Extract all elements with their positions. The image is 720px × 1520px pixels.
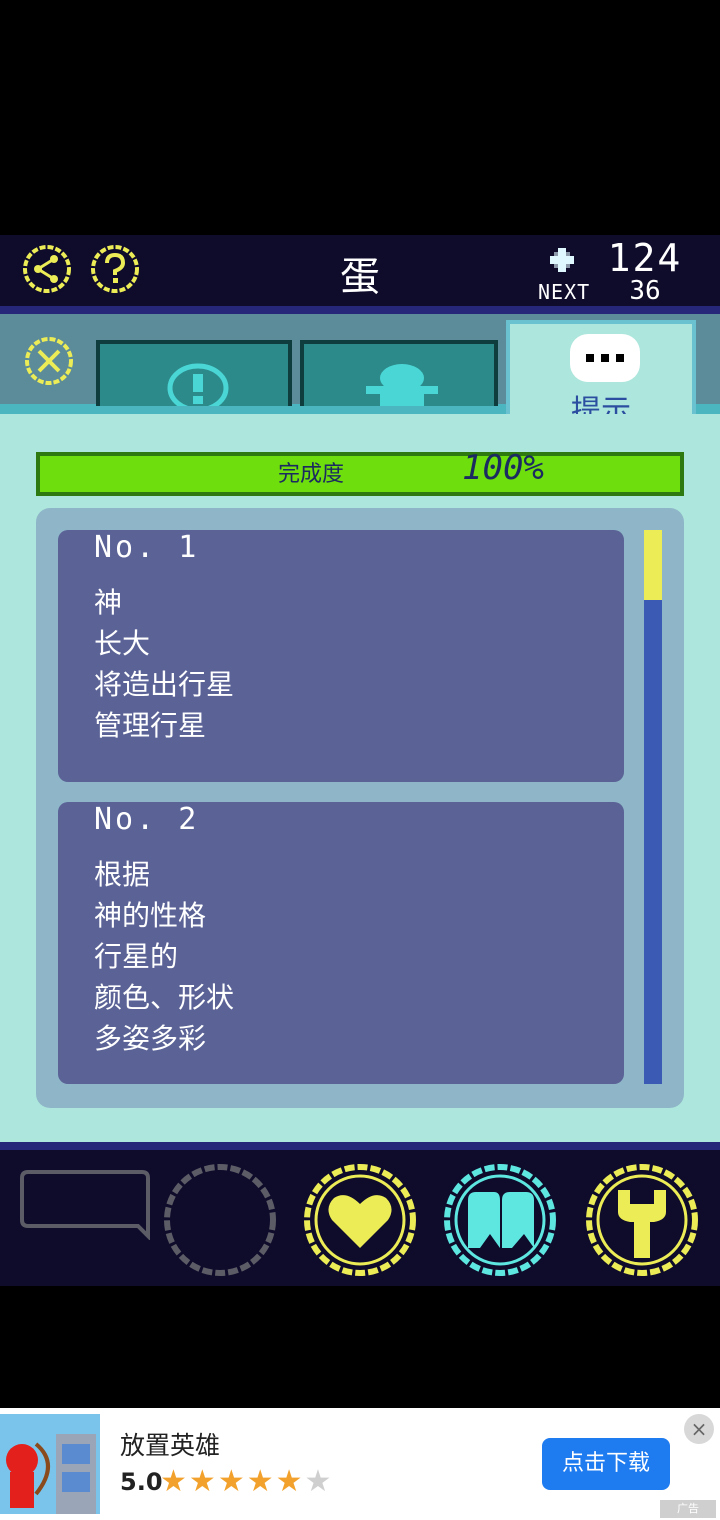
chat-bubble-icon — [20, 1170, 150, 1241]
sparkle-icon — [550, 248, 574, 272]
tab-info[interactable] — [96, 340, 292, 413]
ad-label: 广告 — [660, 1500, 716, 1518]
chat-button[interactable] — [20, 1170, 152, 1244]
help-button[interactable] — [90, 244, 140, 294]
hint-card: No. 2 根据 神的性格 行星的 颜色、形状 多姿多彩 — [58, 802, 624, 1084]
scrollbar-thumb[interactable] — [644, 530, 662, 600]
ad-rating: 5.0 — [120, 1468, 163, 1496]
favorites-button[interactable] — [302, 1162, 418, 1282]
hint-text: 根据 神的性格 行星的 颜色、形状 多姿多彩 — [94, 854, 234, 1059]
circle-icon — [164, 1164, 276, 1276]
ad-game-art — [0, 1414, 100, 1514]
silhouette-icon — [366, 364, 438, 406]
exclamation-icon — [167, 363, 229, 413]
gallery-icon — [444, 1164, 556, 1276]
ad-close-button[interactable]: × — [684, 1414, 714, 1444]
close-icon — [25, 337, 73, 385]
next-value: 36 — [629, 276, 661, 306]
speech-bubble-icon — [570, 334, 640, 382]
star-icon: ★ — [246, 1464, 276, 1499]
top-bar-divider — [0, 306, 720, 314]
heart-icon — [304, 1164, 416, 1276]
hint-line: 颜色、形状 — [94, 981, 235, 1014]
empty-slot-button[interactable] — [162, 1162, 278, 1282]
tab-character[interactable] — [300, 340, 498, 406]
completion-progress-bar — [36, 452, 684, 496]
bottom-bar-divider — [0, 1142, 720, 1150]
ad-star-rating: ★★★★★★ — [160, 1464, 333, 1499]
hint-line: 管理行星 — [94, 709, 207, 742]
completion-value: 100% — [462, 448, 544, 488]
points-counter: 124 — [607, 236, 683, 280]
ad-thumbnail[interactable] — [0, 1414, 100, 1514]
hint-line: 根据 — [94, 858, 151, 891]
share-button[interactable] — [22, 244, 72, 294]
hint-number: No. 1 — [94, 530, 200, 565]
share-icon — [23, 245, 71, 293]
wrench-icon — [586, 1164, 698, 1276]
hint-line: 神的性格 — [94, 899, 207, 932]
star-icon: ★ — [304, 1464, 334, 1499]
hint-line: 多姿多彩 — [94, 1022, 207, 1055]
close-button[interactable] — [24, 336, 74, 386]
star-icon: ★ — [275, 1464, 305, 1499]
hint-line: 长大 — [94, 627, 151, 660]
star-icon: ★ — [160, 1464, 189, 1499]
star-icon: ★ — [217, 1464, 247, 1499]
gallery-button[interactable] — [442, 1162, 558, 1282]
hint-line: 神 — [94, 586, 123, 619]
completion-label: 完成度 — [278, 462, 345, 487]
scrollbar-track[interactable] — [644, 530, 662, 1084]
hint-line: 行星的 — [94, 940, 179, 973]
ad-download-button[interactable]: 点击下载 — [542, 1438, 670, 1490]
ad-title: 放置英雄 — [120, 1431, 221, 1460]
hint-line: 将造出行星 — [94, 668, 235, 701]
hint-card: No. 1 神 长大 将造出行星 管理行星 — [58, 530, 624, 782]
hint-number: No. 2 — [94, 802, 200, 837]
question-icon — [91, 245, 139, 293]
next-label: NEXT — [538, 280, 591, 304]
hint-text: 神 长大 将造出行星 管理行星 — [94, 582, 234, 746]
settings-button[interactable] — [584, 1162, 700, 1282]
star-icon: ★ — [188, 1464, 218, 1499]
page-title: 蛋 — [340, 254, 380, 300]
